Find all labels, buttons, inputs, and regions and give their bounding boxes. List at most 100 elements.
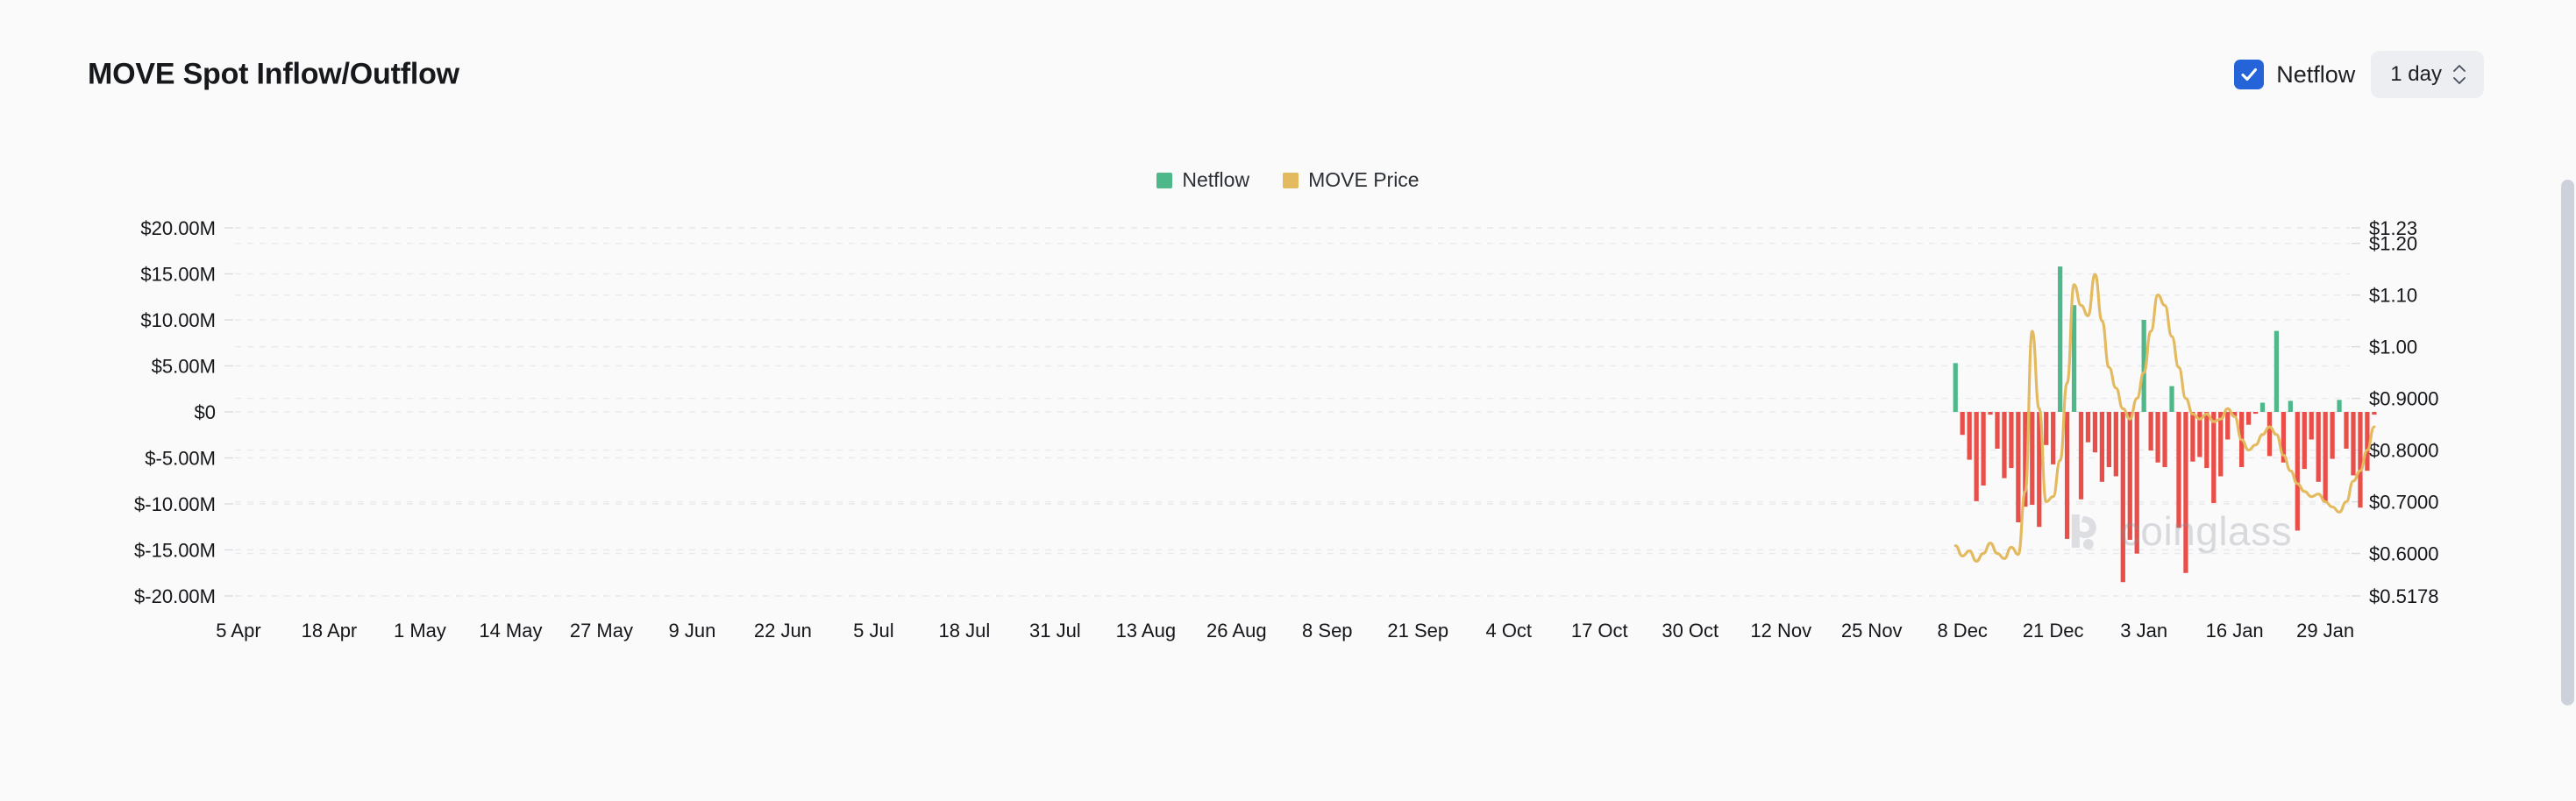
- interval-select-value: 1 day: [2390, 62, 2442, 86]
- netflow-bar: [1960, 412, 1965, 436]
- netflow-bar: [2330, 412, 2335, 459]
- netflow-bar: [2071, 305, 2077, 412]
- netflow-bar: [2252, 412, 2259, 415]
- netflow-bar: [2225, 412, 2231, 440]
- netflow-bar: [2323, 412, 2328, 502]
- netflow-bar: [2064, 412, 2070, 539]
- chart-page: MOVE Spot Inflow/Outflow Netflow 1 day N…: [0, 0, 2576, 801]
- interval-select[interactable]: 1 day: [2371, 51, 2484, 98]
- netflow-bar: [2113, 412, 2118, 477]
- netflow-bar: [2120, 412, 2125, 583]
- netflow-bar: [2044, 412, 2049, 445]
- spinner-icons[interactable]: [2452, 64, 2466, 85]
- x-axis-tick-label: 14 May: [479, 620, 542, 642]
- y2-axis-tick-label: $0.7000: [2369, 492, 2439, 514]
- netflow-bar: [2358, 412, 2363, 508]
- legend-label-move-price: MOVE Price: [1308, 168, 1420, 191]
- netflow-bar: [2148, 412, 2153, 451]
- netflow-bar: [2295, 412, 2300, 531]
- x-axis-tick-label: 18 Jul: [939, 620, 991, 642]
- x-axis-tick-label: 9 Jun: [668, 620, 715, 642]
- netflow-bar: [2051, 412, 2056, 464]
- y-axis-tick-label: $20.00M: [140, 217, 216, 239]
- netflow-bar: [2176, 412, 2181, 528]
- netflow-bar: [2309, 412, 2314, 440]
- x-axis-tick-label: 13 Aug: [1116, 620, 1177, 642]
- x-axis-tick-label: 27 May: [570, 620, 633, 642]
- netflow-bar: [2058, 266, 2063, 412]
- y2-axis-tick-label: $1.10: [2369, 285, 2417, 307]
- y-axis-tick-label: $10.00M: [140, 309, 216, 331]
- y2-axis-tick-label: $0.9000: [2369, 388, 2439, 410]
- y-axis-tick-label: $-5.00M: [145, 448, 216, 470]
- netflow-bar: [1981, 412, 1986, 486]
- netflow-bar: [1988, 412, 1993, 415]
- y2-axis-tick-label: $1.20: [2369, 233, 2417, 255]
- x-axis-tick-label: 3 Jan: [2120, 620, 2167, 642]
- netflow-bar: [2162, 412, 2167, 467]
- x-axis-tick-label: 22 Jun: [754, 620, 812, 642]
- x-axis-tick-label: 16 Jan: [2206, 620, 2264, 642]
- chart-plot-area[interactable]: $20.00M $15.00M $10.00M $5.00M $0 $-5.00M $-10…: [0, 206, 2576, 732]
- header-controls: Netflow 1 day: [2234, 51, 2484, 98]
- y2-axis-tick-label: $0.6000: [2369, 543, 2439, 565]
- netflow-bar: [2106, 412, 2111, 467]
- x-axis-tick-label: 21 Dec: [2023, 620, 2084, 642]
- netflow-bar: [2078, 412, 2084, 500]
- x-axis-tick-label: 31 Jul: [1029, 620, 1081, 642]
- netflow-bar: [2337, 400, 2342, 412]
- netflow-bar: [2183, 412, 2188, 573]
- netflow-bar: [2344, 412, 2349, 449]
- chart-svg: $20.00M $15.00M $10.00M $5.00M $0 $-5.00M $-10…: [134, 217, 2439, 642]
- x-axis-tick-label: 17 Oct: [1571, 620, 1628, 642]
- netflow-bar: [2155, 412, 2160, 463]
- page-scrollbar-thumb[interactable]: [2561, 180, 2574, 705]
- netflow-bar: [2274, 330, 2280, 412]
- y-axis-tick-label: $-15.00M: [134, 540, 216, 562]
- chart-header: MOVE Spot Inflow/Outflow Netflow 1 day: [0, 0, 2576, 153]
- netflow-bar: [2030, 412, 2035, 506]
- netflow-bar: [2351, 412, 2356, 476]
- netflow-bar: [2016, 412, 2021, 522]
- x-axis-tick-label: 30 Oct: [1662, 620, 1719, 642]
- netflow-bar: [2134, 412, 2139, 554]
- netflow-bar: [1967, 412, 1972, 460]
- chart-legend: Netflow MOVE Price: [0, 168, 2576, 192]
- x-axis-tick-label: 8 Sep: [1302, 620, 1353, 642]
- netflow-bar: [2218, 412, 2224, 477]
- x-axis-tick-label: 1 May: [394, 620, 446, 642]
- y-axis-tick-label: $-10.00M: [134, 493, 216, 515]
- x-axis-tick-label: 4 Oct: [1485, 620, 1532, 642]
- y-axis-tick-label: $0: [195, 401, 216, 423]
- netflow-bar: [1974, 412, 1979, 501]
- x-axis-tick-label: 12 Nov: [1750, 620, 1811, 642]
- y-axis-tick-label: $-20.00M: [134, 585, 216, 607]
- x-axis-tick-label: 26 Aug: [1206, 620, 1267, 642]
- x-axis-tick-label: 29 Jan: [2296, 620, 2354, 642]
- y2-axis-tick-label: $1.00: [2369, 337, 2417, 358]
- netflow-checkbox-toggle[interactable]: Netflow: [2234, 60, 2355, 89]
- page-scrollbar[interactable]: [2558, 0, 2576, 801]
- chevron-down-icon: [2453, 77, 2466, 84]
- legend-label-netflow: Netflow: [1182, 168, 1250, 191]
- netflow-bar: [2204, 412, 2210, 469]
- x-axis-tick-label: 18 Apr: [302, 620, 358, 642]
- netflow-bar: [2169, 386, 2174, 412]
- netflow-bar: [2365, 412, 2370, 471]
- netflow-bar: [2372, 412, 2377, 415]
- x-axis-tick-label: 25 Nov: [1841, 620, 1903, 642]
- netflow-bar: [2266, 412, 2273, 457]
- netflow-bar: [1953, 363, 1958, 412]
- x-axis-tick-label: 5 Apr: [216, 620, 260, 642]
- check-icon[interactable]: [2234, 60, 2265, 89]
- netflow-bar: [1995, 412, 2000, 449]
- legend-swatch-netflow: [1156, 172, 1173, 188]
- chevron-up-icon: [2453, 65, 2466, 72]
- netflow-bar: [2127, 412, 2132, 540]
- legend-swatch-move-price: [1283, 172, 1299, 188]
- y-axis-tick-label: $15.00M: [140, 264, 216, 286]
- legend-item-move-price[interactable]: MOVE Price: [1283, 168, 1420, 192]
- page-title: MOVE Spot Inflow/Outflow: [88, 57, 459, 91]
- netflow-bar: [2245, 412, 2252, 425]
- legend-item-netflow[interactable]: Netflow: [1156, 168, 1249, 192]
